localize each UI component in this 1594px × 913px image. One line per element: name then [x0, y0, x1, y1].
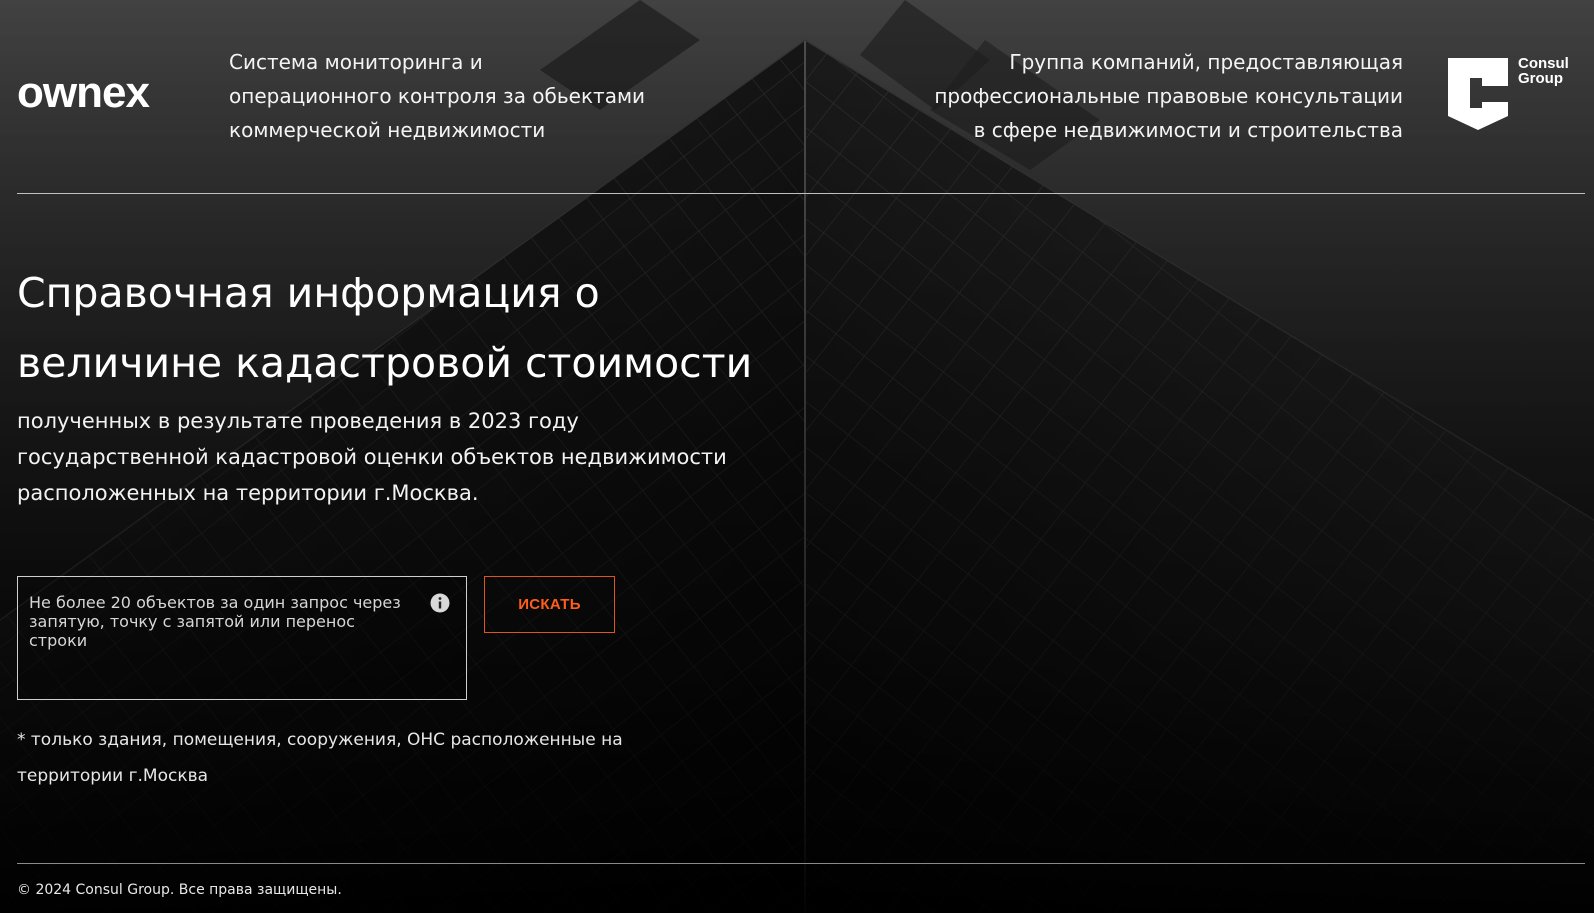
header: ownex Система мониторинга и операционног…	[0, 0, 1594, 193]
page-subtitle: полученных в результате проведения в 202…	[17, 409, 727, 505]
page: ownex Система мониторинга и операционног…	[0, 0, 1594, 913]
company-description: Группа компаний, предоставляющая професс…	[934, 50, 1403, 142]
header-divider	[17, 193, 1585, 194]
copyright-text: © 2024 Consul Group. Все права защищены.	[17, 882, 342, 898]
system-tagline: Система мониторинга и операционного конт…	[229, 50, 646, 142]
info-icon[interactable]	[430, 593, 450, 613]
page-title: Справочная информация о величине кадастр…	[17, 269, 753, 387]
ownex-logo[interactable]: ownex	[17, 72, 192, 114]
scope-note: * только здания, помещения, сооружения, …	[17, 730, 623, 786]
consul-shield-icon	[1448, 58, 1508, 130]
search-button[interactable]: ИСКАТЬ	[484, 576, 615, 633]
consul-group-logo[interactable]: Consul Group	[1446, 56, 1576, 132]
consul-logo-text: Consul Group	[1518, 56, 1578, 86]
search-form: ИСКАТЬ	[17, 576, 617, 700]
svg-text:ownex: ownex	[17, 72, 150, 114]
consul-logo-line1: Consul	[1518, 55, 1569, 72]
cadastral-number-input[interactable]	[17, 576, 467, 700]
footer-divider	[17, 863, 1585, 864]
consul-logo-line2: Group	[1518, 70, 1563, 87]
